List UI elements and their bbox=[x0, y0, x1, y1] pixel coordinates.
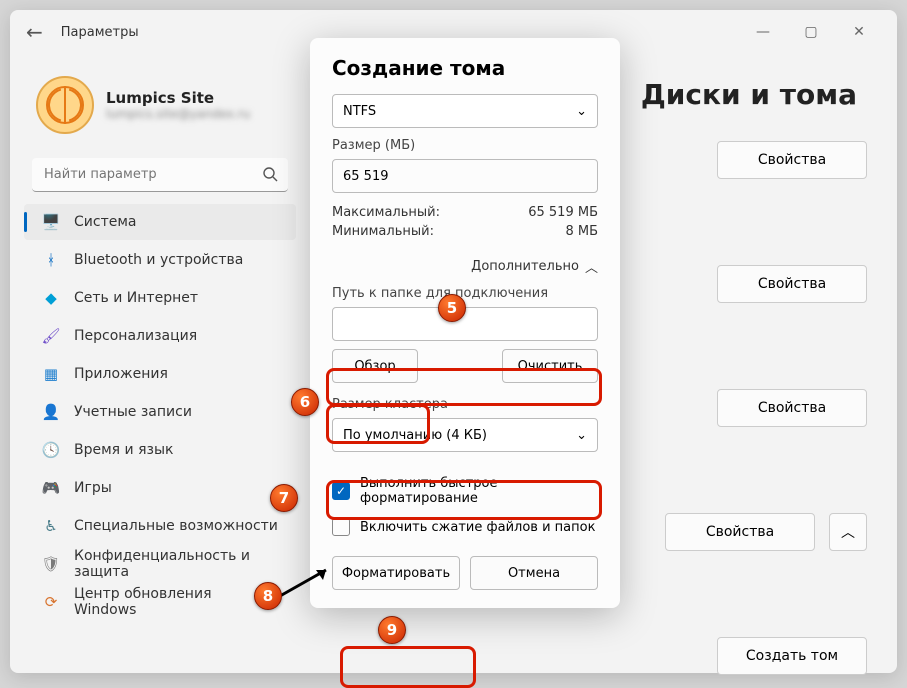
properties-button[interactable]: Свойства bbox=[717, 141, 867, 179]
nav-list: 🖥️ Система ᚼ Bluetooth и устройства ◆ Сеть и … bbox=[18, 204, 302, 620]
sidebar-item-5[interactable]: 👤 Учетные записи bbox=[24, 394, 296, 430]
checkbox-checked-icon: ✓ bbox=[332, 482, 350, 500]
window-controls: — ▢ ✕ bbox=[741, 17, 881, 47]
advanced-toggle[interactable]: Дополнительно ︿ bbox=[332, 257, 598, 276]
compression-option[interactable]: Включить сжатие файлов и папок bbox=[332, 518, 598, 536]
clear-button[interactable]: Очистить bbox=[502, 349, 598, 383]
nav-icon: 🕓 bbox=[42, 441, 60, 459]
search-input[interactable] bbox=[32, 158, 288, 192]
sidebar: Lumpics Site lumpics.site@yandex.ru 🖥️ Си… bbox=[10, 54, 310, 673]
badge-6: 6 bbox=[291, 388, 319, 416]
sidebar-item-4[interactable]: ▦ Приложения bbox=[24, 356, 296, 392]
annotation-arrow bbox=[278, 566, 338, 610]
mount-path-label: Путь к папке для подключения bbox=[332, 286, 598, 301]
size-limits: Максимальный:65 519 МБ Минимальный:8 МБ bbox=[332, 203, 598, 241]
create-volume-button[interactable]: Создать том bbox=[717, 637, 867, 675]
nav-label: Сеть и Интернет bbox=[74, 290, 198, 306]
sidebar-item-9[interactable]: 🛡 Конфиденциальность и защита bbox=[24, 546, 296, 582]
close-button[interactable]: ✕ bbox=[837, 17, 881, 47]
filesystem-select[interactable]: NTFS ⌄ bbox=[332, 94, 598, 128]
properties-button[interactable]: Свойства bbox=[717, 389, 867, 427]
browse-button[interactable]: Обзор bbox=[332, 349, 418, 383]
search-icon bbox=[262, 166, 278, 186]
profile-email: lumpics.site@yandex.ru bbox=[106, 107, 250, 121]
sidebar-item-7[interactable]: 🎮 Игры bbox=[24, 470, 296, 506]
sidebar-item-1[interactable]: ᚼ Bluetooth и устройства bbox=[24, 242, 296, 278]
properties-button[interactable]: Свойства bbox=[717, 265, 867, 303]
sidebar-item-2[interactable]: ◆ Сеть и Интернет bbox=[24, 280, 296, 316]
sidebar-item-3[interactable]: 🖌 Персонализация bbox=[24, 318, 296, 354]
format-button[interactable]: Форматировать bbox=[332, 556, 460, 590]
properties-button[interactable]: Свойства bbox=[665, 513, 815, 551]
nav-icon: ⟳ bbox=[42, 593, 60, 611]
cluster-size-label: Размер кластера bbox=[332, 397, 598, 412]
maximize-button[interactable]: ▢ bbox=[789, 17, 833, 47]
cluster-size-select[interactable]: По умолчанию (4 КБ) ⌄ bbox=[332, 418, 598, 452]
nav-label: Персонализация bbox=[74, 328, 197, 344]
chevron-down-icon: ⌄ bbox=[576, 428, 587, 443]
nav-icon: ▦ bbox=[42, 365, 60, 383]
nav-icon: 🛡 bbox=[42, 555, 60, 573]
nav-icon: 🖌 bbox=[42, 327, 60, 345]
nav-label: Игры bbox=[74, 480, 112, 496]
chevron-down-icon: ⌄ bbox=[576, 104, 587, 119]
badge-5: 5 bbox=[438, 294, 466, 322]
create-volume-dialog: Создание тома NTFS ⌄ Размер (МБ) 65 519 … bbox=[310, 38, 620, 608]
dialog-title: Создание тома bbox=[332, 56, 598, 80]
checkbox-unchecked-icon bbox=[332, 518, 350, 536]
nav-label: Приложения bbox=[74, 366, 168, 382]
collapse-toggle[interactable]: ︿ bbox=[829, 513, 867, 551]
search-box[interactable] bbox=[32, 158, 288, 192]
sidebar-item-0[interactable]: 🖥️ Система bbox=[24, 204, 296, 240]
quick-format-option[interactable]: ✓ Выполнить быстрое форматирование bbox=[332, 476, 598, 506]
profile[interactable]: Lumpics Site lumpics.site@yandex.ru bbox=[18, 66, 302, 154]
size-label: Размер (МБ) bbox=[332, 138, 598, 153]
minimize-button[interactable]: — bbox=[741, 17, 785, 47]
nav-label: Система bbox=[74, 214, 136, 230]
cancel-button[interactable]: Отмена bbox=[470, 556, 598, 590]
badge-8: 8 bbox=[254, 582, 282, 610]
sidebar-item-8[interactable]: ♿ Специальные возможности bbox=[24, 508, 296, 544]
nav-label: Центр обновления Windows bbox=[74, 586, 278, 618]
nav-label: Конфиденциальность и защита bbox=[74, 548, 278, 580]
back-button[interactable]: ← bbox=[26, 20, 43, 44]
sidebar-item-6[interactable]: 🕓 Время и язык bbox=[24, 432, 296, 468]
nav-label: Специальные возможности bbox=[74, 518, 278, 534]
nav-icon: ♿ bbox=[42, 517, 60, 535]
nav-icon: ᚼ bbox=[42, 251, 60, 269]
nav-label: Bluetooth и устройства bbox=[74, 252, 243, 268]
avatar bbox=[36, 76, 94, 134]
nav-label: Учетные записи bbox=[74, 404, 192, 420]
profile-name: Lumpics Site bbox=[106, 89, 250, 107]
badge-7: 7 bbox=[270, 484, 298, 512]
nav-icon: ◆ bbox=[42, 289, 60, 307]
filesystem-value: NTFS bbox=[343, 104, 376, 119]
size-input[interactable]: 65 519 bbox=[332, 159, 598, 193]
nav-icon: 👤 bbox=[42, 403, 60, 421]
window-title: Параметры bbox=[61, 25, 139, 40]
chevron-up-icon: ︿ bbox=[585, 257, 598, 276]
nav-icon: 🖥️ bbox=[42, 213, 60, 231]
badge-9: 9 bbox=[378, 616, 406, 644]
nav-icon: 🎮 bbox=[42, 479, 60, 497]
nav-label: Время и язык bbox=[74, 442, 173, 458]
